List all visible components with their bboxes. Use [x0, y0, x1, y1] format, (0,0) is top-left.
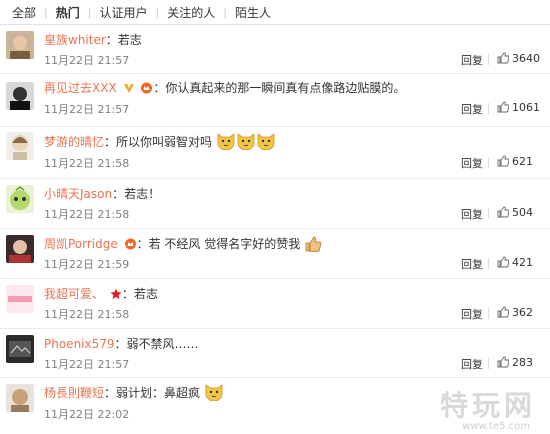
username-link[interactable]: 我超可爱、 [44, 287, 104, 301]
thumbs-up-emoji-icon [305, 236, 322, 252]
username-link[interactable]: 再见过去XXX [44, 81, 117, 95]
cat-face-emoji-icon [257, 133, 275, 150]
like-button[interactable]: 3640 [497, 52, 540, 65]
username-link[interactable]: 杨長則鞭短 [44, 386, 104, 400]
like-button[interactable]: 621 [497, 155, 533, 168]
comment-item: 我超可爱、 ：若志 11月22日 21:58 回复 362 [0, 278, 550, 329]
like-count: 3640 [512, 52, 540, 65]
comment-text: 若志！ [124, 187, 161, 201]
tab-strangers[interactable]: 陌生人 [227, 4, 279, 21]
tab-all[interactable]: 全部 [4, 4, 44, 21]
like-button[interactable]: 421 [497, 256, 533, 269]
avatar[interactable] [6, 335, 34, 363]
tab-verified-users[interactable]: 认证用户 [91, 4, 155, 21]
comment-text: 弱不禁风…… [126, 337, 199, 351]
like-count: 1061 [512, 101, 540, 114]
comment-text: 若志 [133, 287, 158, 301]
star-icon [110, 288, 122, 299]
like-button[interactable]: 504 [497, 206, 533, 219]
reply-button[interactable]: 回复 [461, 206, 483, 222]
thumbs-up-icon [497, 206, 509, 218]
thumbs-up-icon [497, 306, 509, 318]
avatar[interactable] [6, 384, 34, 412]
like-count: 621 [512, 155, 533, 168]
v-badge-icon [123, 84, 134, 93]
comment-item: 再见过去XXX ：你认真起来的那一瞬间真有点像路边贴膜的。 11月22日 21:… [0, 73, 550, 127]
tab-following[interactable]: 关注的人 [159, 4, 223, 21]
comment-time: 11月22日 21:57 [44, 103, 130, 116]
cat-face-emoji-icon [217, 133, 235, 150]
crown-icon [141, 82, 153, 94]
comment-text: 你认真起来的那一瞬间真有点像路边贴膜的。 [165, 81, 406, 95]
avatar[interactable] [6, 285, 34, 313]
site-watermark: 特玩网 www.te5.com [422, 384, 542, 432]
comment-text: 所以你叫弱智对吗 [116, 135, 213, 149]
reply-button[interactable]: 回复 [461, 356, 483, 372]
avatar[interactable] [6, 185, 34, 213]
reply-button[interactable]: 回复 [461, 256, 483, 272]
tab-hot[interactable]: 热门 [48, 4, 88, 21]
watermark-url: www.te5.com [462, 421, 530, 432]
comment-item: Phoenix579：弱不禁风…… 11月22日 21:57 回复 283 [0, 328, 550, 378]
comment-time: 11月22日 21:58 [44, 308, 130, 321]
watermark-logo: 特玩网 [439, 389, 536, 422]
like-button[interactable]: 1061 [497, 101, 540, 114]
comment-item: 周凯Porridge ：若 不经风 觉得名字好的赞我 11月22日 21:59 … [0, 228, 550, 279]
comment-text: 若志 [117, 33, 142, 47]
comment-text: 若 不经风 觉得名字好的赞我 [148, 237, 301, 251]
username-link[interactable]: 周凯Porridge [44, 237, 118, 251]
thumbs-up-icon [497, 52, 509, 64]
comment-item: 皇族whiter：若志 11月22日 21:57 回复 3640 [0, 25, 550, 74]
avatar[interactable] [6, 235, 34, 263]
username-link[interactable]: 小晴天Jason [44, 187, 112, 201]
thumbs-up-icon [497, 155, 509, 167]
comment-time: 11月22日 21:57 [44, 54, 130, 67]
like-button[interactable]: 362 [497, 306, 533, 319]
comment-filter-tabs: 全部 | 热门 | 认证用户 | 关注的人 | 陌生人 [0, 0, 550, 25]
comment-time: 11月22日 21:59 [44, 258, 130, 271]
like-count: 362 [512, 306, 533, 319]
avatar[interactable] [6, 132, 34, 160]
username-link[interactable]: 梦游的晴忆 [44, 135, 104, 149]
avatar[interactable] [6, 82, 34, 110]
comment-time: 11月22日 22:02 [44, 408, 130, 421]
thumbs-up-icon [497, 256, 509, 268]
username-link[interactable]: Phoenix579 [44, 337, 115, 351]
comment-item: 梦游的晴忆：所以你叫弱智对吗 11月22日 21:58 回复 621 [0, 126, 550, 179]
reply-button[interactable]: 回复 [461, 52, 483, 68]
comment-time: 11月22日 21:58 [44, 208, 130, 221]
like-count: 421 [512, 256, 533, 269]
like-count: 283 [512, 356, 533, 369]
thumbs-up-icon [497, 101, 509, 113]
crown-icon [124, 238, 136, 250]
comment-text: 弱计划：鼻超疯 [116, 386, 201, 400]
like-count: 504 [512, 206, 533, 219]
cat-face-emoji-icon [237, 133, 255, 150]
thumbs-up-icon [497, 356, 509, 368]
avatar[interactable] [6, 31, 34, 59]
comment-item: 小晴天Jason：若志！ 11月22日 21:58 回复 504 [0, 178, 550, 229]
comment-time: 11月22日 21:58 [44, 157, 130, 170]
cat-face-emoji-icon [205, 384, 223, 401]
reply-button[interactable]: 回复 [461, 306, 483, 322]
reply-button[interactable]: 回复 [461, 101, 483, 117]
comment-time: 11月22日 21:57 [44, 358, 130, 371]
username-link[interactable]: 皇族whiter [44, 33, 106, 47]
reply-button[interactable]: 回复 [461, 155, 483, 171]
like-button[interactable]: 283 [497, 356, 533, 369]
